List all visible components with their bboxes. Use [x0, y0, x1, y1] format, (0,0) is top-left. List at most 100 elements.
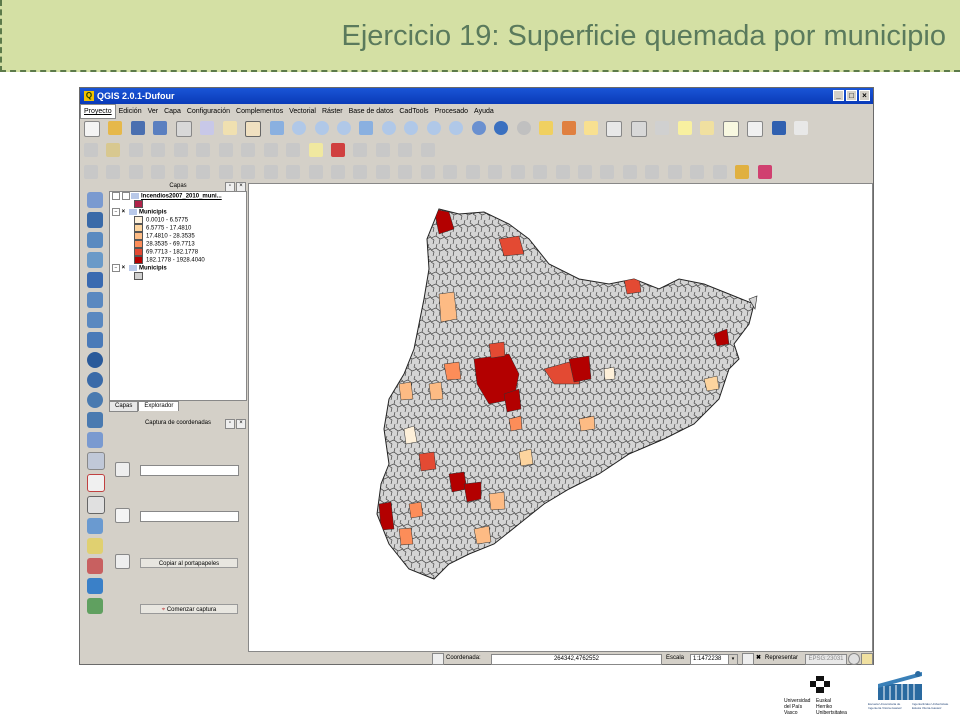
- label-rotate-icon[interactable]: [375, 143, 390, 157]
- refresh-icon[interactable]: [471, 121, 486, 135]
- merge-attributes-icon[interactable]: [353, 165, 368, 179]
- cad-tool-4-icon[interactable]: [488, 165, 503, 179]
- new-spatialite-icon[interactable]: [87, 452, 105, 470]
- add-virtual-layer-icon[interactable]: [87, 392, 103, 408]
- scale-dropdown-icon[interactable]: ▾: [728, 654, 738, 665]
- road-graph-icon[interactable]: [87, 558, 103, 574]
- copy-features-icon[interactable]: [263, 143, 278, 157]
- zoom-last-icon[interactable]: [426, 121, 441, 135]
- cad-tool-2-icon[interactable]: [443, 165, 458, 179]
- edit-pencil-icon[interactable]: [106, 143, 121, 157]
- text-annotation-icon[interactable]: [747, 121, 764, 137]
- cut-features-icon[interactable]: [241, 143, 256, 157]
- add-wcs-layer-icon[interactable]: [87, 332, 103, 348]
- delete-ring-icon[interactable]: [196, 165, 211, 179]
- add-vector-layer-icon[interactable]: [87, 192, 103, 208]
- zoom-selection-icon[interactable]: [381, 121, 396, 135]
- layer-row-incendios[interactable]: Incendios2007_2010_muni...: [110, 192, 246, 200]
- delete-selected-icon[interactable]: [218, 143, 233, 157]
- add-part-icon[interactable]: [173, 165, 188, 179]
- crs-target-icon[interactable]: [115, 462, 130, 477]
- undo-icon[interactable]: [84, 165, 98, 179]
- render-check-icon[interactable]: ✖: [756, 652, 761, 665]
- label-pin-icon[interactable]: [330, 143, 345, 157]
- spatial-query-icon[interactable]: [87, 598, 103, 614]
- start-capture-button[interactable]: ⌖ Comenzar captura: [140, 604, 238, 614]
- collapse-icon[interactable]: −: [112, 208, 120, 216]
- open-project-icon[interactable]: [108, 121, 123, 135]
- cad-tool-7-icon[interactable]: [555, 165, 570, 179]
- attribute-table-icon[interactable]: [606, 121, 623, 137]
- measure-icon[interactable]: [655, 121, 670, 135]
- label-icon[interactable]: [308, 143, 323, 157]
- coord-field-1[interactable]: [140, 465, 239, 476]
- help-icon[interactable]: [771, 121, 786, 135]
- crs-status[interactable]: EPSG:23031: [805, 654, 847, 665]
- add-ring-icon[interactable]: [151, 165, 166, 179]
- redo-icon[interactable]: [106, 165, 121, 179]
- add-spatialite-layer-icon[interactable]: [87, 252, 103, 268]
- cad-tool-5-icon[interactable]: [510, 165, 525, 179]
- collapse-icon[interactable]: −: [112, 264, 120, 272]
- reshape-icon[interactable]: [241, 165, 256, 179]
- save-edits-icon[interactable]: [128, 143, 143, 157]
- expand-icon[interactable]: [112, 192, 120, 200]
- new-bookmark-icon[interactable]: [700, 121, 715, 135]
- new-project-icon[interactable]: [84, 121, 100, 137]
- add-wfs-layer-icon[interactable]: [87, 352, 103, 368]
- field-calculator-icon[interactable]: [583, 121, 598, 135]
- paste-features-icon[interactable]: [286, 143, 301, 157]
- zoom-full-icon[interactable]: [359, 121, 374, 135]
- coordinate-capture-icon[interactable]: [87, 496, 105, 514]
- show-bookmarks-icon[interactable]: [722, 121, 739, 137]
- new-shapefile-icon[interactable]: [87, 432, 103, 448]
- zoom-actual-icon[interactable]: [336, 121, 351, 135]
- cad-tool-11-icon[interactable]: [645, 165, 660, 179]
- coord-display[interactable]: 264342,4762552: [491, 654, 662, 665]
- toggle-extents-icon[interactable]: [432, 653, 444, 665]
- identify-icon[interactable]: [494, 121, 509, 135]
- pan-hand-icon[interactable]: [245, 121, 262, 137]
- label-move-icon[interactable]: [353, 143, 368, 157]
- delete-part-icon[interactable]: [218, 165, 233, 179]
- cad-tool-15-icon[interactable]: [735, 165, 750, 179]
- cad-tool-12-icon[interactable]: [667, 165, 682, 179]
- new-print-composer-icon[interactable]: [175, 121, 192, 137]
- merge-features-icon[interactable]: [330, 165, 345, 179]
- save-as-icon[interactable]: [153, 121, 168, 135]
- split-parts-icon[interactable]: [308, 165, 323, 179]
- grid-crs-icon[interactable]: [115, 508, 130, 523]
- add-wms-layer-icon[interactable]: [87, 312, 103, 328]
- action-icon[interactable]: [516, 121, 531, 135]
- whats-this-icon[interactable]: [794, 121, 809, 135]
- zoom-next-icon[interactable]: [449, 121, 464, 135]
- tab-explorador[interactable]: Explorador: [138, 401, 180, 411]
- map-canvas[interactable]: [248, 183, 873, 652]
- copy-icon[interactable]: [115, 554, 130, 569]
- split-features-icon[interactable]: [286, 165, 301, 179]
- zoom-in-icon[interactable]: [292, 121, 307, 135]
- rotation-icon[interactable]: [742, 653, 754, 665]
- map-tips-icon[interactable]: [677, 121, 692, 135]
- cad-tool-10-icon[interactable]: [622, 165, 637, 179]
- cad-tool-9-icon[interactable]: [600, 165, 615, 179]
- add-oracle-layer-icon[interactable]: [87, 292, 103, 308]
- heatmap-icon[interactable]: [87, 578, 103, 594]
- toggle-editing-icon[interactable]: [84, 143, 98, 157]
- messages-icon[interactable]: [861, 653, 873, 665]
- fill-ring-icon[interactable]: [398, 165, 413, 179]
- rotate-symbols-icon[interactable]: [375, 165, 390, 179]
- add-raster-layer-icon[interactable]: [87, 212, 103, 228]
- remove-layer-icon[interactable]: [87, 474, 105, 492]
- maximize-button[interactable]: □: [846, 90, 857, 101]
- copy-to-clipboard-button[interactable]: Copiar al portapapeles: [140, 558, 238, 568]
- layer-group-municipis[interactable]: − × Municipis: [110, 208, 246, 216]
- cad-tool-6-icon[interactable]: [533, 165, 548, 179]
- checked-icon[interactable]: ×: [122, 265, 128, 271]
- save-project-icon[interactable]: [130, 121, 145, 135]
- zoom-layer-icon[interactable]: [404, 121, 419, 135]
- cad-tool-14-icon[interactable]: [712, 165, 727, 179]
- checked-icon[interactable]: ×: [122, 209, 128, 215]
- cad-tool-3-icon[interactable]: [465, 165, 480, 179]
- georeferencer-icon[interactable]: [87, 538, 103, 554]
